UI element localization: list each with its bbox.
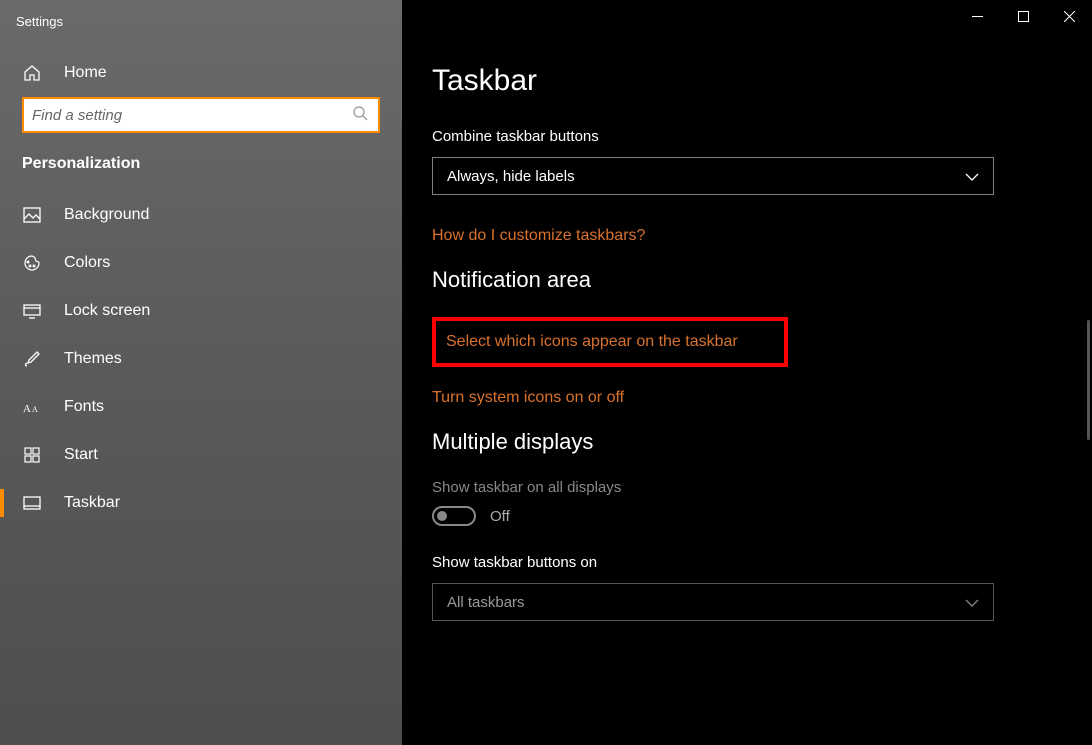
- search-icon: [352, 105, 368, 126]
- customize-link[interactable]: How do I customize taskbars?: [432, 227, 1052, 245]
- select-icons-link[interactable]: Select which icons appear on the taskbar: [446, 333, 774, 351]
- nav-home[interactable]: Home: [0, 49, 402, 97]
- sidebar-item-label: Lock screen: [64, 302, 150, 320]
- maximize-button[interactable]: [1000, 0, 1046, 32]
- sidebar: Settings Home Personalization Background: [0, 0, 402, 745]
- sidebar-section: Personalization: [0, 147, 402, 191]
- titlebar-controls: [954, 0, 1092, 32]
- show-all-label: Show taskbar on all displays: [432, 479, 1052, 496]
- chevron-down-icon: [965, 594, 979, 611]
- sidebar-item-label: Colors: [64, 254, 110, 272]
- show-buttons-label: Show taskbar buttons on: [432, 554, 1052, 571]
- scrollbar[interactable]: [1086, 60, 1090, 745]
- home-icon: [22, 63, 42, 83]
- combine-value: Always, hide labels: [447, 168, 575, 185]
- sidebar-item-fonts[interactable]: AA Fonts: [0, 383, 402, 431]
- close-button[interactable]: [1046, 0, 1092, 32]
- sidebar-item-lockscreen[interactable]: Lock screen: [0, 287, 402, 335]
- sidebar-item-label: Taskbar: [64, 494, 120, 512]
- brush-icon: [22, 349, 42, 369]
- search-box[interactable]: [22, 97, 380, 133]
- monitor-icon: [22, 301, 42, 321]
- taskbar-icon: [22, 493, 42, 513]
- highlighted-select-icons: Select which icons appear on the taskbar: [432, 317, 788, 367]
- image-icon: [22, 205, 42, 225]
- font-icon: AA: [22, 397, 42, 417]
- combine-dropdown[interactable]: Always, hide labels: [432, 157, 994, 195]
- palette-icon: [22, 253, 42, 273]
- toggle-state: Off: [490, 508, 510, 525]
- combine-label: Combine taskbar buttons: [432, 128, 1052, 145]
- nav-home-label: Home: [64, 64, 107, 82]
- sidebar-item-label: Start: [64, 446, 98, 464]
- show-all-toggle-row: Off: [432, 506, 1052, 526]
- search-wrap: [0, 97, 402, 147]
- sidebar-item-taskbar[interactable]: Taskbar: [0, 479, 402, 527]
- show-buttons-dropdown[interactable]: All taskbars: [432, 583, 994, 621]
- notification-heading: Notification area: [432, 267, 1052, 293]
- search-input[interactable]: [32, 107, 352, 124]
- svg-text:A: A: [23, 403, 31, 415]
- sidebar-item-background[interactable]: Background: [0, 191, 402, 239]
- sidebar-item-label: Fonts: [64, 398, 104, 416]
- sidebar-item-start[interactable]: Start: [0, 431, 402, 479]
- chevron-down-icon: [965, 168, 979, 185]
- sidebar-item-themes[interactable]: Themes: [0, 335, 402, 383]
- start-icon: [22, 445, 42, 465]
- page-title: Taskbar: [432, 64, 1052, 98]
- minimize-button[interactable]: [954, 0, 1000, 32]
- content-pane: Taskbar Combine taskbar buttons Always, …: [402, 0, 1092, 745]
- window-title: Settings: [0, 10, 402, 49]
- sidebar-item-colors[interactable]: Colors: [0, 239, 402, 287]
- show-buttons-value: All taskbars: [447, 594, 525, 611]
- multiple-displays-heading: Multiple displays: [432, 429, 1052, 455]
- sidebar-item-label: Themes: [64, 350, 122, 368]
- svg-text:A: A: [32, 405, 38, 414]
- sidebar-item-label: Background: [64, 206, 149, 224]
- system-icons-link[interactable]: Turn system icons on or off: [432, 389, 1052, 407]
- show-all-toggle[interactable]: [432, 506, 476, 526]
